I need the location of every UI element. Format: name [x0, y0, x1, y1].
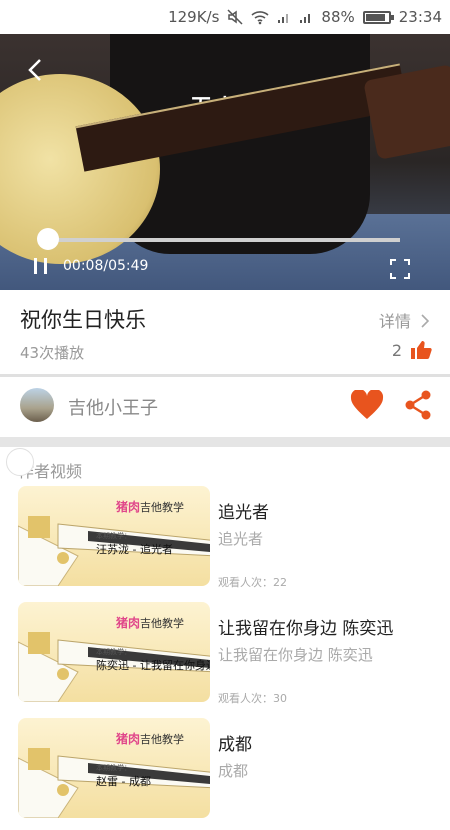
thumb-sub: 本期教学：	[96, 648, 131, 656]
list-item[interactable]: 猪肉吉他教学 本期教学： 陈奕迅 - 让我留在你身边 让我留在你身边 陈奕迅 让…	[0, 602, 450, 714]
time-display: 00:08/05:49	[63, 258, 149, 274]
detail-label: 详情	[378, 312, 411, 331]
seek-bar[interactable]	[37, 228, 400, 250]
signal-icon-2	[299, 10, 313, 24]
battery-icon	[362, 10, 394, 24]
wifi-icon	[251, 9, 269, 25]
section-divider	[0, 437, 450, 447]
play-count: 43次播放	[20, 344, 85, 362]
thumb-sub: 本期教学：	[96, 764, 131, 772]
thumbs-up-icon	[411, 341, 432, 359]
battery-percent: 88%	[321, 8, 355, 26]
item-subtitle: 让我留在你身边 陈奕迅	[218, 646, 373, 664]
chevron-right-icon	[421, 314, 430, 328]
clock: 23:34	[398, 8, 442, 26]
thumb-brand: 猪肉吉他教学	[116, 500, 185, 514]
status-bar: 129K/s 88% 23:34	[0, 0, 450, 34]
video-thumbnail[interactable]: 猪肉吉他教学 本期教学： 汪苏泷 - 追光者	[18, 486, 210, 586]
item-title: 追光者	[218, 503, 269, 523]
divider	[0, 374, 450, 377]
list-item[interactable]: 猪肉吉他教学 本期教学： 汪苏泷 - 追光者 追光者 追光者 观看人次：22	[0, 486, 450, 598]
favorite-heart-icon[interactable]	[350, 388, 384, 424]
item-views: 观看人次：30	[218, 692, 287, 705]
thumb-brand: 猪肉吉他教学	[116, 732, 185, 746]
item-subtitle: 成都	[218, 762, 249, 780]
item-title: 成都	[218, 735, 252, 755]
fullscreen-icon[interactable]	[390, 259, 410, 279]
author-row[interactable]: 吉他小王子	[0, 378, 450, 436]
back-arrow-icon[interactable]	[28, 58, 42, 89]
like-button[interactable]: 2	[392, 340, 432, 360]
like-count: 2	[391, 340, 402, 360]
item-title: 让我留在你身边 陈奕迅	[218, 619, 394, 639]
signal-icon-1	[277, 10, 291, 24]
item-views: 观看人次：22	[218, 576, 287, 589]
detail-link[interactable]: 详情	[379, 308, 430, 332]
thumb-song: 赵雷 - 成都	[96, 775, 151, 788]
list-item[interactable]: 猪肉吉他教学 本期教学： 赵雷 - 成都 成都 成都	[0, 718, 450, 830]
item-subtitle: 追光者	[218, 530, 264, 548]
author-name[interactable]: 吉他小王子	[68, 394, 158, 420]
mute-icon	[227, 9, 243, 25]
video-thumbnail[interactable]: 猪肉吉他教学 本期教学： 陈奕迅 - 让我留在你身边	[18, 602, 210, 702]
network-speed: 129K/s	[168, 8, 220, 26]
video-title: 祝你生日快乐	[20, 308, 146, 332]
thumb-song: 陈奕迅 - 让我留在你身边	[96, 659, 210, 672]
video-player[interactable]: 无止境 00:08/05:49	[0, 34, 450, 290]
scroll-indicator	[6, 448, 34, 476]
share-icon[interactable]	[404, 390, 432, 424]
avatar[interactable]	[20, 388, 54, 422]
pause-icon[interactable]	[34, 258, 47, 274]
video-frame-guitar-head	[363, 64, 450, 160]
thumb-sub: 本期教学：	[96, 532, 131, 540]
thumb-song: 汪苏泷 - 追光者	[96, 543, 173, 556]
video-info: 祝你生日快乐 详情 43次播放 2	[0, 290, 450, 374]
thumb-brand: 猪肉吉他教学	[116, 616, 185, 630]
video-thumbnail[interactable]: 猪肉吉他教学 本期教学： 赵雷 - 成都	[18, 718, 210, 818]
